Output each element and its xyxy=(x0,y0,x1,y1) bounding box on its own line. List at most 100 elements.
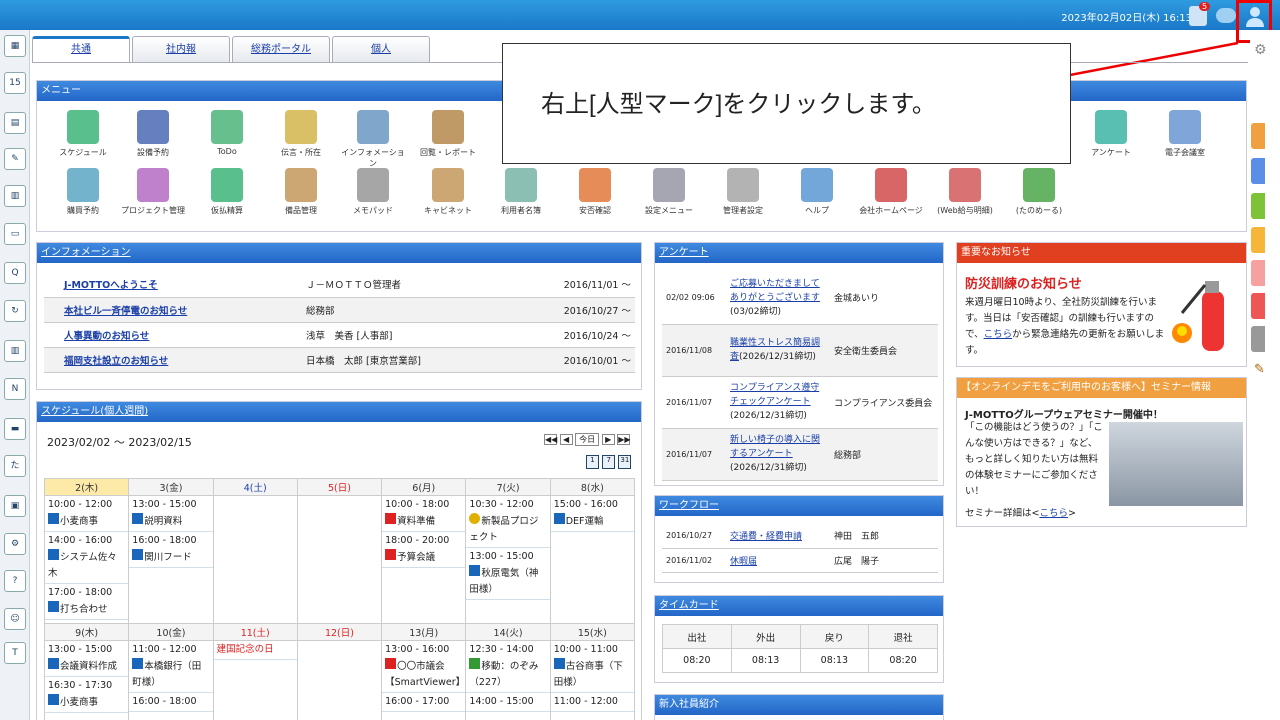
support-icon[interactable]: ☺ xyxy=(4,608,26,630)
menu-item[interactable]: (Web給与明細) xyxy=(930,168,1000,216)
calendar-day-label[interactable]: 8(水) xyxy=(549,478,636,496)
info-title-link[interactable]: 人事異動のお知らせ xyxy=(64,331,149,342)
workflow-title-link[interactable]: 休暇届 xyxy=(730,557,757,567)
menu-item[interactable]: ToDo xyxy=(192,110,262,156)
tanomail-icon[interactable]: た xyxy=(4,455,26,477)
menu-item[interactable]: 購買予約 xyxy=(48,168,118,216)
calendar-event[interactable]: 13:00 - 15:00 秋原電気（神田様） xyxy=(466,548,550,600)
notice-link[interactable]: こちら xyxy=(984,329,1013,340)
calendar-day-label[interactable]: 15(水) xyxy=(549,623,636,641)
menu-item[interactable]: 会社ホームページ xyxy=(856,168,926,216)
chat-icon[interactable] xyxy=(1216,8,1236,23)
calendar-day-label[interactable]: 3(金) xyxy=(128,478,214,496)
calendar-day-cell[interactable]: 10:00 - 18:00 資料準備 18:00 - 20:00 予算会議 xyxy=(381,495,467,624)
survey-icon[interactable]: Q xyxy=(4,262,26,284)
calendar-day-label[interactable]: 10(金) xyxy=(128,623,214,641)
calendar-event[interactable]: 10:00 - 12:00 小麦商事 xyxy=(45,496,129,532)
side-tab-green[interactable] xyxy=(1251,193,1265,219)
menu-item[interactable]: メモパッド xyxy=(338,168,408,216)
calendar-event[interactable]: 16:00 - 18:00 関川フード xyxy=(129,532,213,568)
calendar-event[interactable]: 10:30 - 12:00 新製品プロジェクト xyxy=(466,496,550,548)
prev-week-button[interactable]: ◀◀ xyxy=(544,434,557,445)
menu-item[interactable]: プロジェクト管理 xyxy=(118,168,188,216)
calendar-day-cell[interactable]: 15:00 - 16:00 DEF運輸 xyxy=(549,495,636,624)
survey-title-link[interactable]: ご応募いただきましてありがとうございます xyxy=(730,279,820,303)
menu-item[interactable]: スケジュール xyxy=(48,110,118,158)
calendar-event[interactable]: 17:00 - 18:00 打ち合わせ xyxy=(45,584,129,620)
today-button[interactable]: 今日 xyxy=(575,433,600,446)
calendar-day-label[interactable]: 12(日) xyxy=(296,623,383,641)
calendar-day-label[interactable]: 11(土) xyxy=(212,623,298,641)
calendar-event[interactable]: 13:00 - 16:00 〇〇市議会【SmartViewer】 xyxy=(382,641,466,693)
calendar-day-cell[interactable] xyxy=(296,640,383,720)
tab-newsletter[interactable]: 社内報 xyxy=(132,36,230,62)
help-icon[interactable]: ? xyxy=(4,570,26,592)
calendar-day-cell[interactable]: 10:00 - 11:00 古谷商事（下田様） 11:00 - 12:00 xyxy=(549,640,636,720)
calendar-day-cell[interactable]: 13:00 - 15:00 会議資料作成 16:30 - 17:30 小麦商事 xyxy=(43,640,130,720)
pencil-icon[interactable]: ✎ xyxy=(1254,362,1265,377)
calendar-day-cell[interactable] xyxy=(212,495,298,624)
info-title-link[interactable]: 本社ビル一斉停電のお知らせ xyxy=(64,306,187,317)
workflow-title-link[interactable]: 交通費・経費申請 xyxy=(730,532,802,542)
gear-icon[interactable]: ⚙ xyxy=(4,533,26,555)
calendar-event[interactable]: 12:30 - 14:00 移動：のぞみ（227） xyxy=(466,641,550,693)
menu-item[interactable]: 仮払精算 xyxy=(192,168,262,216)
menu-item[interactable]: (たのめーる) xyxy=(1004,168,1074,216)
side-tab-pink[interactable] xyxy=(1251,260,1265,286)
calendar-event[interactable]: 11:00 - 12:00 本橋銀行（田町様） xyxy=(129,641,213,693)
seminar-detail-link[interactable]: こちら xyxy=(1039,508,1068,519)
refresh-icon[interactable]: ↻ xyxy=(4,300,26,322)
calendar-day-cell[interactable]: 12:30 - 14:00 移動：のぞみ（227） 14:00 - 15:00 xyxy=(465,640,551,720)
menu-item[interactable]: ヘルプ xyxy=(782,168,852,216)
menu-item[interactable]: 利用者名簿 xyxy=(486,168,556,216)
calendar-event[interactable]: 18:00 - 20:00 予算会議 xyxy=(382,532,466,568)
survey-title-link[interactable]: 新しい椅子の導入に関するアンケート xyxy=(730,435,820,459)
calendar-day-label[interactable]: 7(火) xyxy=(465,478,551,496)
settings-gear-icon[interactable]: ⚙ xyxy=(1254,42,1267,58)
next-week-button[interactable]: ▶▶ xyxy=(617,434,631,445)
day-view-icon[interactable]: 1 xyxy=(586,455,599,469)
calendar-day-cell[interactable] xyxy=(296,495,383,624)
menu-item[interactable]: 安否確認 xyxy=(560,168,630,216)
tab-personal[interactable]: 個人 xyxy=(332,36,430,62)
tab-general-affairs[interactable]: 総務ポータル xyxy=(232,36,330,62)
calendar-event[interactable]: 16:00 - 17:00 xyxy=(382,693,466,712)
menu-item[interactable]: 設定メニュー xyxy=(634,168,704,216)
text-icon[interactable]: T xyxy=(4,642,26,664)
info-title-link[interactable]: 福岡支社設立のお知らせ xyxy=(64,356,168,367)
menu-item[interactable]: キャビネット xyxy=(413,168,483,216)
calendar-event[interactable]: 15:00 - 16:00 DEF運輸 xyxy=(550,496,634,532)
calendar-day-label[interactable]: 5(日) xyxy=(296,478,383,496)
report-icon[interactable]: ▭ xyxy=(4,223,26,245)
info-title-link[interactable]: J-MOTTOへようこそ xyxy=(64,280,158,291)
calendar-day-cell[interactable]: 10:00 - 12:00 小麦商事 14:00 - 16:00 システム佐々木 17:… xyxy=(43,495,130,624)
calendar-day-cell[interactable]: 建国記念の日 xyxy=(212,640,298,720)
calendar-event[interactable]: 14:00 - 16:00 システム佐々木 xyxy=(45,532,129,584)
memo-icon[interactable]: ✎ xyxy=(4,148,26,170)
tab-common[interactable]: 共通 xyxy=(32,36,130,62)
calendar-event[interactable]: 11:00 - 12:00 xyxy=(550,693,634,712)
side-tab-gray[interactable] xyxy=(1251,326,1265,352)
calendar-event[interactable]: 10:00 - 11:00 古谷商事（下田様） xyxy=(550,641,634,693)
calendar-event[interactable]: 14:00 - 15:00 xyxy=(466,693,550,712)
neo-icon[interactable]: N xyxy=(4,378,26,400)
facility-icon[interactable]: ▤ xyxy=(4,112,26,134)
info-icon[interactable]: ▥ xyxy=(4,185,26,207)
calendar-event[interactable]: 13:00 - 15:00 会議資料作成 xyxy=(45,641,129,677)
side-tab-blue[interactable] xyxy=(1251,158,1265,184)
calendar-event[interactable]: 13:00 - 15:00 説明資料 xyxy=(129,496,213,532)
menu-item[interactable]: 備品管理 xyxy=(266,168,336,216)
menu-item[interactable]: アンケート xyxy=(1076,110,1146,158)
folder-icon[interactable]: ▬ xyxy=(4,418,26,440)
calendar-day-label[interactable]: 14(火) xyxy=(465,623,551,641)
survey-title-link[interactable]: コンプライアンス遵守チェックアンケート xyxy=(730,383,819,407)
calendar-icon[interactable]: 15 xyxy=(4,72,26,94)
calendar-event[interactable]: 16:30 - 17:30 小麦商事 xyxy=(45,677,129,713)
calendar-event[interactable]: 10:00 - 18:00 資料準備 xyxy=(382,496,466,532)
calendar-day-label[interactable]: 13(月) xyxy=(381,623,467,641)
calendar-day-label[interactable]: 6(月) xyxy=(381,478,467,496)
calendar-day-cell[interactable]: 13:00 - 16:00 〇〇市議会【SmartViewer】 16:00 - 1… xyxy=(381,640,467,720)
menu-item[interactable]: 管理者設定 xyxy=(708,168,778,216)
cabinet-icon[interactable]: ▥ xyxy=(4,340,26,362)
month-view-icon[interactable]: 31 xyxy=(618,455,632,469)
